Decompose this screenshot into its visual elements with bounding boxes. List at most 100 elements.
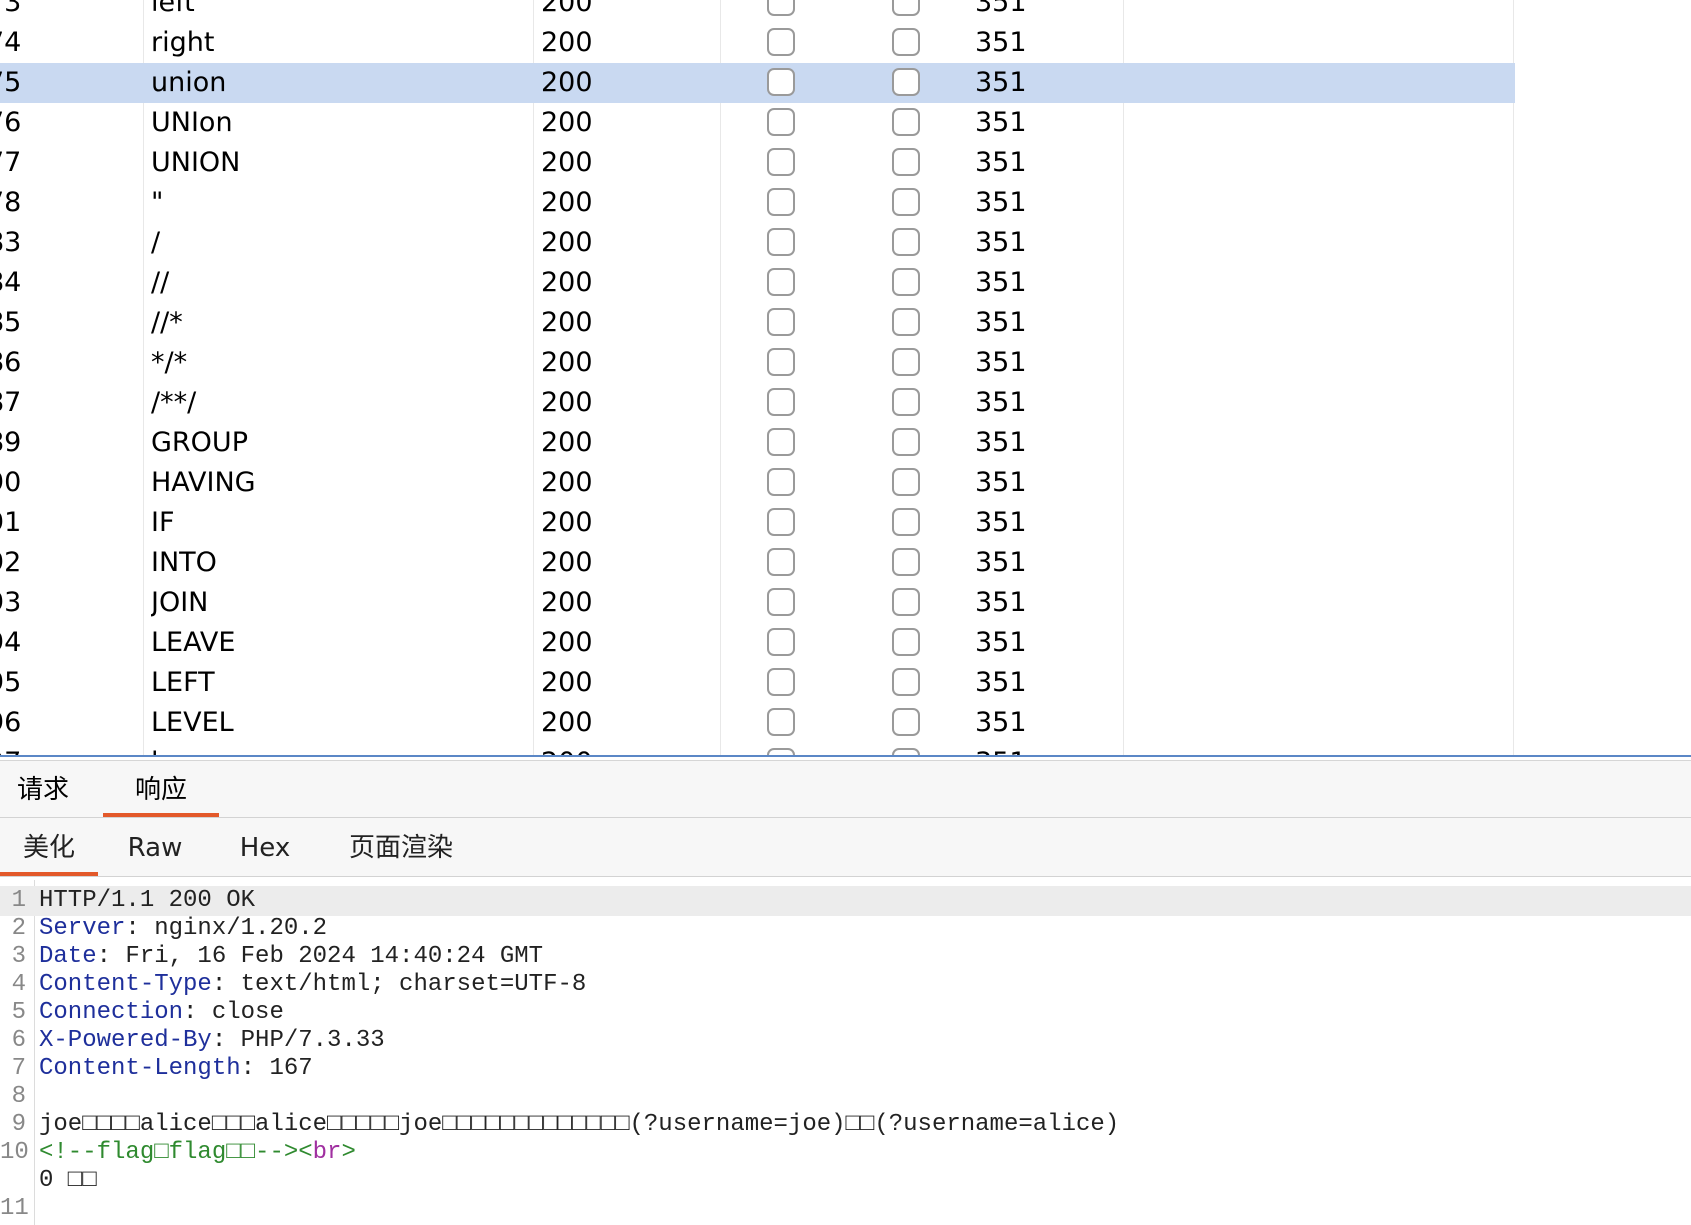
- error-checkbox[interactable]: [767, 148, 795, 176]
- code-token: : 167: [240, 1055, 313, 1082]
- timeout-checkbox[interactable]: [892, 188, 920, 216]
- code-text: Date: Fri, 16 Feb 2024 14:40:24 GMT: [39, 942, 543, 972]
- timeout-checkbox[interactable]: [892, 548, 920, 576]
- length-cell: 351: [975, 707, 1027, 738]
- table-row[interactable]: 73 left 200 351: [0, 0, 1515, 23]
- table-row[interactable]: 78 " 200 351: [0, 183, 1515, 223]
- length-cell: 351: [975, 267, 1027, 298]
- error-checkbox[interactable]: [767, 628, 795, 656]
- table-row[interactable]: 77 UNION 200 351: [0, 143, 1515, 183]
- timeout-checkbox[interactable]: [892, 468, 920, 496]
- response-editor[interactable]: 1 HTTP/1.1 200 OK 2 Server: nginx/1.20.2 3 Da…: [0, 880, 1691, 1225]
- table-row[interactable]: 96 LEVEL 200 351: [0, 703, 1515, 743]
- error-checkbox[interactable]: [767, 428, 795, 456]
- timeout-checkbox[interactable]: [892, 28, 920, 56]
- timeout-checkbox[interactable]: [892, 668, 920, 696]
- status-code-cell: 200: [541, 147, 593, 178]
- table-row[interactable]: 74 right 200 351: [0, 23, 1515, 63]
- error-checkbox[interactable]: [767, 28, 795, 56]
- error-checkbox[interactable]: [767, 0, 795, 16]
- table-row[interactable]: 85 //* 200 351: [0, 303, 1515, 343]
- table-row[interactable]: 89 GROUP 200 351: [0, 423, 1515, 463]
- length-cell: 351: [975, 627, 1027, 658]
- length-cell: 351: [975, 467, 1027, 498]
- table-row[interactable]: 87 /**/ 200 351: [0, 383, 1515, 423]
- line-number: 11: [0, 1195, 29, 1222]
- tab-request[interactable]: 请求: [5, 761, 81, 817]
- tab-pretty[interactable]: 美化: [0, 818, 98, 876]
- line-number: 7: [11, 1055, 26, 1082]
- table-row[interactable]: 97 l 200 351: [0, 743, 1515, 755]
- panel-splitter[interactable]: [0, 755, 1691, 757]
- code-line: 4 Content-Type: text/html; charset=UTF-8: [0, 970, 1691, 1000]
- timeout-checkbox[interactable]: [892, 0, 920, 16]
- status-code-cell: 200: [541, 427, 593, 458]
- length-cell: 351: [975, 507, 1027, 538]
- error-checkbox[interactable]: [767, 748, 795, 755]
- code-line: 2 Server: nginx/1.20.2: [0, 914, 1691, 944]
- error-checkbox[interactable]: [767, 708, 795, 736]
- timeout-checkbox[interactable]: [892, 428, 920, 456]
- timeout-checkbox[interactable]: [892, 108, 920, 136]
- error-checkbox[interactable]: [767, 308, 795, 336]
- request-number-cell: 83: [0, 227, 22, 258]
- error-checkbox[interactable]: [767, 388, 795, 416]
- error-checkbox[interactable]: [767, 228, 795, 256]
- error-checkbox[interactable]: [767, 108, 795, 136]
- table-row[interactable]: 93 JOIN 200 351: [0, 583, 1515, 623]
- table-row[interactable]: 75 union 200 351: [0, 63, 1515, 103]
- table-row[interactable]: 95 LEFT 200 351: [0, 663, 1515, 703]
- timeout-checkbox[interactable]: [892, 708, 920, 736]
- error-checkbox[interactable]: [767, 348, 795, 376]
- code-token: : close: [183, 999, 284, 1026]
- timeout-checkbox[interactable]: [892, 268, 920, 296]
- error-checkbox[interactable]: [767, 508, 795, 536]
- table-row[interactable]: 90 HAVING 200 351: [0, 463, 1515, 503]
- tab-render[interactable]: 页面渲染: [342, 818, 460, 876]
- timeout-checkbox[interactable]: [892, 588, 920, 616]
- timeout-checkbox[interactable]: [892, 148, 920, 176]
- table-row[interactable]: 84 // 200 351: [0, 263, 1515, 303]
- timeout-checkbox[interactable]: [892, 308, 920, 336]
- error-checkbox[interactable]: [767, 268, 795, 296]
- timeout-checkbox[interactable]: [892, 748, 920, 755]
- table-row[interactable]: 86 */* 200 351: [0, 343, 1515, 383]
- code-text: 0 □□: [39, 1166, 97, 1196]
- table-row[interactable]: 91 IF 200 351: [0, 503, 1515, 543]
- timeout-checkbox[interactable]: [892, 628, 920, 656]
- payload-cell: HAVING: [151, 467, 256, 498]
- request-number-cell: 73: [0, 0, 22, 18]
- status-code-cell: 200: [541, 507, 593, 538]
- code-line: 5 Connection: close: [0, 998, 1691, 1028]
- error-checkbox[interactable]: [767, 668, 795, 696]
- code-token: br: [312, 1139, 342, 1166]
- code-line: 6 X-Powered-By: PHP/7.3.33: [0, 1026, 1691, 1056]
- status-code-cell: 200: [541, 547, 593, 578]
- tab-response[interactable]: 响应: [103, 761, 219, 817]
- timeout-checkbox[interactable]: [892, 348, 920, 376]
- length-cell: 351: [975, 227, 1027, 258]
- timeout-checkbox[interactable]: [892, 228, 920, 256]
- request-number-cell: 75: [0, 67, 22, 98]
- error-checkbox[interactable]: [767, 188, 795, 216]
- table-row[interactable]: 92 INTO 200 351: [0, 543, 1515, 583]
- error-checkbox[interactable]: [767, 548, 795, 576]
- table-row[interactable]: 94 LEAVE 200 351: [0, 623, 1515, 663]
- payload-cell: INTO: [151, 547, 217, 578]
- payload-cell: UNIon: [151, 107, 233, 138]
- tab-raw[interactable]: Raw: [118, 818, 192, 876]
- timeout-checkbox[interactable]: [892, 508, 920, 536]
- timeout-checkbox[interactable]: [892, 68, 920, 96]
- payload-cell: ": [151, 187, 164, 218]
- tab-hex[interactable]: Hex: [228, 818, 302, 876]
- length-cell: 351: [975, 27, 1027, 58]
- error-checkbox[interactable]: [767, 68, 795, 96]
- timeout-checkbox[interactable]: [892, 388, 920, 416]
- table-row[interactable]: 76 UNIon 200 351: [0, 103, 1515, 143]
- request-number-cell: 96: [0, 707, 22, 738]
- table-row[interactable]: 83 / 200 351: [0, 223, 1515, 263]
- code-token: : nginx/1.20.2: [125, 915, 328, 942]
- error-checkbox[interactable]: [767, 468, 795, 496]
- error-checkbox[interactable]: [767, 588, 795, 616]
- code-line: 3 Date: Fri, 16 Feb 2024 14:40:24 GMT: [0, 942, 1691, 972]
